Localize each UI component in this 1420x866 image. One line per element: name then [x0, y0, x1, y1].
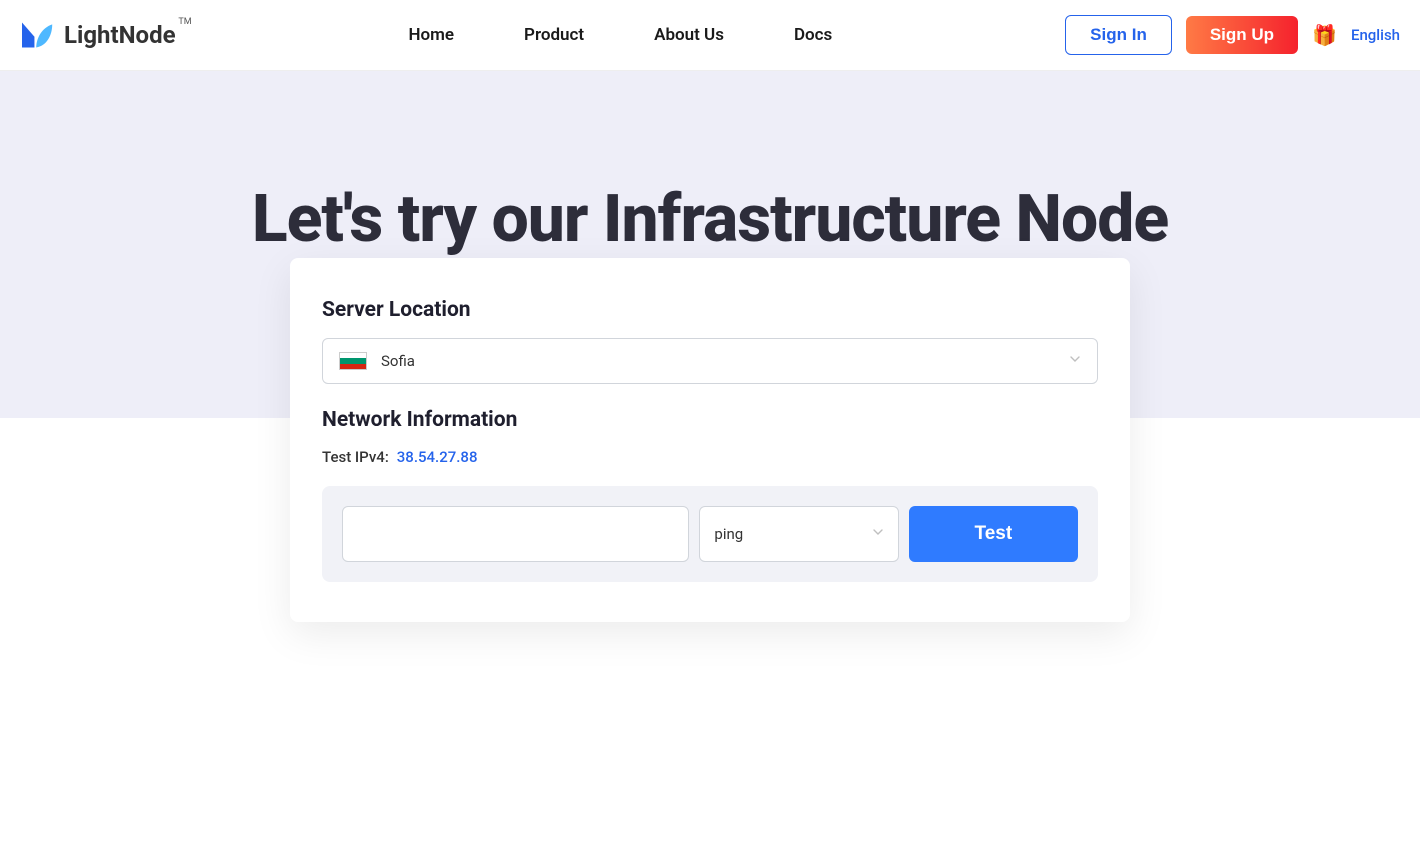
ipv4-value[interactable]: 38.54.27.88 — [397, 448, 478, 466]
target-input[interactable] — [342, 506, 689, 562]
server-location-title: Server Location — [322, 298, 1098, 322]
method-select[interactable]: ping — [699, 506, 898, 562]
header: LightNodeTM Home Product About Us Docs S… — [0, 0, 1420, 71]
chevron-down-icon — [872, 526, 884, 542]
flag-bulgaria-icon — [339, 352, 367, 370]
method-label: ping — [714, 525, 743, 543]
gift-icon[interactable]: 🎁 — [1312, 23, 1337, 47]
language-selector[interactable]: English — [1351, 26, 1400, 44]
network-info-title: Network Information — [322, 408, 1098, 432]
card-container: Server Location Sofia Network Informatio… — [0, 258, 1420, 682]
logo[interactable]: LightNodeTM — [20, 19, 176, 51]
hero-title: Let's try our Infrastructure Node — [20, 181, 1400, 258]
test-card: Server Location Sofia Network Informatio… — [290, 258, 1130, 622]
logo-icon — [20, 19, 56, 51]
test-panel: ping Test — [322, 486, 1098, 582]
signin-button[interactable]: Sign In — [1065, 15, 1172, 55]
test-button[interactable]: Test — [909, 506, 1078, 562]
nav-about[interactable]: About Us — [654, 25, 724, 45]
main-nav: Home Product About Us Docs — [408, 25, 832, 45]
nav-docs[interactable]: Docs — [794, 25, 832, 45]
select-content: Sofia — [339, 352, 415, 370]
chevron-down-icon — [1069, 353, 1081, 369]
header-actions: Sign In Sign Up 🎁 English — [1065, 15, 1400, 55]
ipv4-row: Test IPv4: 38.54.27.88 — [322, 448, 1098, 466]
selected-location: Sofia — [381, 352, 415, 370]
server-location-select[interactable]: Sofia — [322, 338, 1098, 384]
ipv4-label: Test IPv4: — [322, 448, 389, 466]
signup-button[interactable]: Sign Up — [1186, 16, 1298, 54]
trademark: TM — [178, 17, 191, 27]
brand-name: LightNodeTM — [64, 21, 176, 49]
nav-home[interactable]: Home — [408, 25, 454, 45]
nav-product[interactable]: Product — [524, 25, 584, 45]
